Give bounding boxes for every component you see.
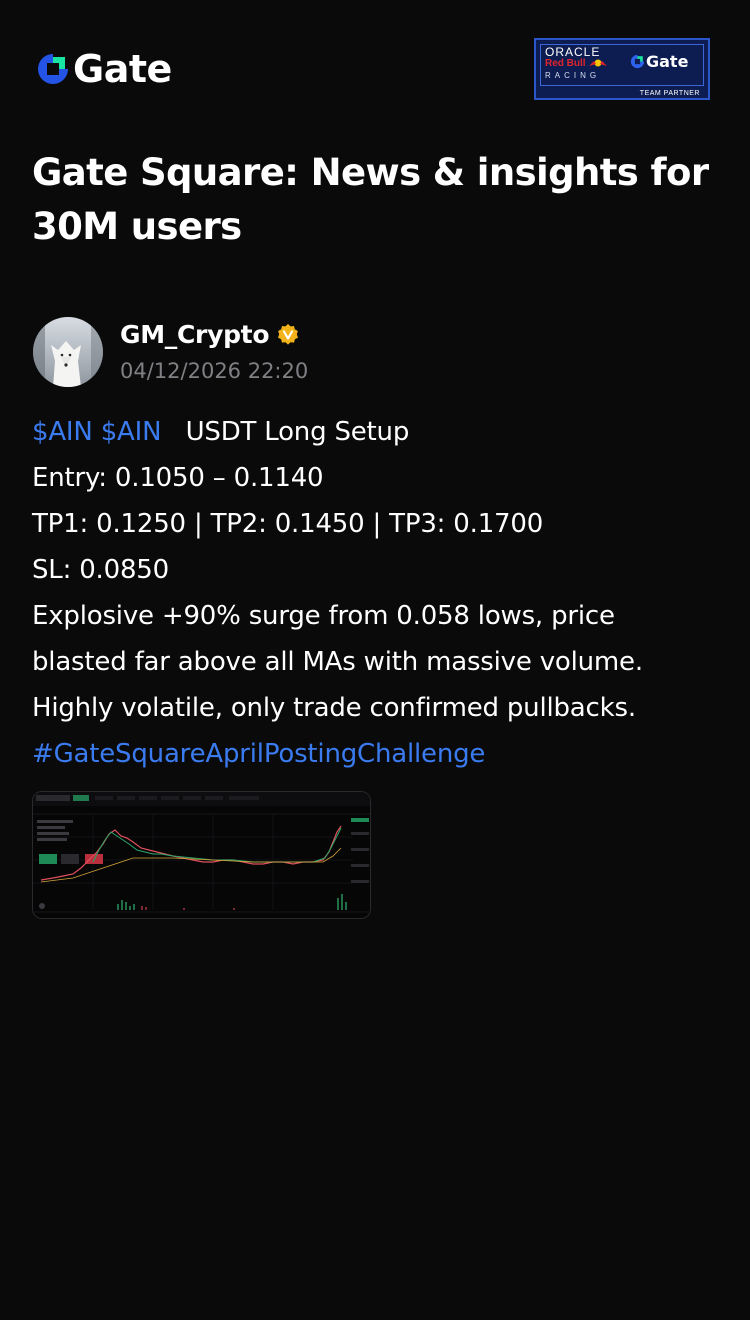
avatar[interactable] xyxy=(33,317,103,387)
thumb-buy-button xyxy=(39,854,57,864)
team-partner-caption: TEAM PARTNER xyxy=(639,90,700,97)
post-image-thumbnail[interactable] xyxy=(32,791,371,919)
oracle-wordmark: ORACLE xyxy=(545,45,601,59)
partner-gate-wordmark: Gate xyxy=(646,52,689,71)
gate-small-icon xyxy=(630,54,645,69)
wolf-avatar-image xyxy=(33,317,103,387)
post-headline: USDT Long Setup xyxy=(185,417,410,447)
author-row: GM_Crypto 04/12/2026 22:20 xyxy=(32,316,722,388)
partner-gate-logo: Gate xyxy=(630,52,688,71)
thumb-price-bar xyxy=(73,795,89,801)
bull-icon xyxy=(589,59,607,67)
racing-wordmark: RACING xyxy=(545,71,601,80)
post-targets: TP1: 0.1250 | TP2: 0.1450 | TP3: 0.1700 xyxy=(32,509,544,539)
team-partner-badge: ORACLE Red Bull RACING Gate TEAM PARTNER xyxy=(534,38,710,100)
post-body: $AIN $AIN USDT Long Setup Entry: 0.1050 … xyxy=(32,409,722,777)
logo-wordmark: Gate xyxy=(73,47,172,91)
post-entry: Entry: 0.1050 – 0.1140 xyxy=(32,463,324,493)
redbull-wordmark: Red Bull xyxy=(545,58,586,69)
hashtag-link[interactable]: #GateSquareAprilPostingChallenge xyxy=(32,731,722,777)
post-card: GM_Crypto 04/12/2026 22:20 $AIN $AIN USD… xyxy=(32,316,722,919)
author-name[interactable]: GM_Crypto xyxy=(120,318,270,352)
cashtag-link[interactable]: $AIN $AIN xyxy=(32,417,162,447)
post-stop-loss: SL: 0.0850 xyxy=(32,555,169,585)
post-line-headline: $AIN $AIN USDT Long Setup xyxy=(32,409,722,455)
post-description-line-1: Explosive +90% surge from 0.058 lows, pr… xyxy=(32,601,615,631)
post-timestamp: 04/12/2026 22:20 xyxy=(120,359,309,383)
thumb-symbol-bar xyxy=(36,795,70,801)
post-description-line-3: Highly volatile, only trade confirmed pu… xyxy=(32,693,636,723)
trading-chart-screenshot xyxy=(33,792,370,918)
verified-badge-icon xyxy=(278,324,298,345)
gate-logo[interactable]: Gate xyxy=(36,50,172,88)
page-title: Gate Square: News & insights for 30M use… xyxy=(32,151,709,248)
gate-logo-icon xyxy=(38,54,68,84)
header: Gate ORACLE Red Bull RACING Gate TEAM PA… xyxy=(0,0,750,140)
post-description-line-2: blasted far above all MAs with massive v… xyxy=(32,647,643,677)
